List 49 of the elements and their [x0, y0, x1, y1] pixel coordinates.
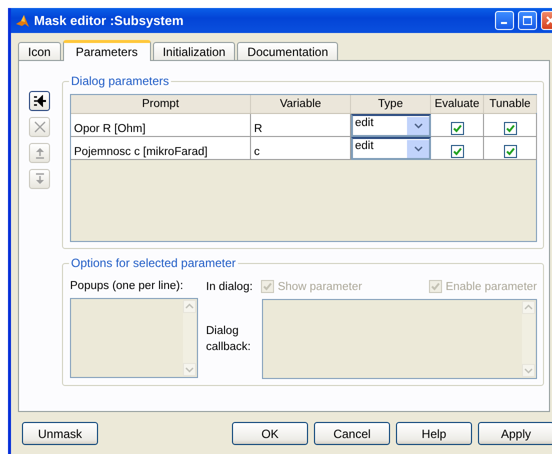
app-logo-icon	[15, 14, 30, 28]
maximize-button[interactable]	[518, 11, 537, 30]
checkbox-label: Show parameter	[278, 280, 362, 292]
dialog-button[interactable]: OK	[232, 422, 308, 445]
add-button[interactable]	[29, 91, 50, 111]
popups-field[interactable]	[70, 298, 198, 378]
scroll-up-icon[interactable]	[183, 300, 196, 313]
dialog-button[interactable]: Unmask	[22, 422, 98, 445]
checkbox[interactable]	[450, 145, 464, 158]
tab[interactable]: Initialization	[152, 42, 236, 60]
group-title: Options for selected parameter	[69, 256, 238, 270]
column-header[interactable]: Tunable	[484, 95, 537, 113]
field-label: In dialog:	[206, 280, 253, 292]
group-title: Dialog parameters	[69, 74, 172, 88]
window-title: Mask editor :Subsystem	[34, 13, 185, 28]
type-dropdown[interactable]: edit	[351, 114, 431, 137]
dialog-button[interactable]: Cancel	[314, 422, 390, 445]
minimize-button[interactable]	[495, 11, 514, 30]
dialog-button[interactable]: Help	[396, 422, 472, 445]
move-up-icon	[34, 147, 44, 159]
column-header[interactable]: Prompt	[71, 95, 251, 113]
column-header[interactable]: Type	[351, 95, 431, 113]
table-cell: c	[251, 137, 351, 160]
delete-icon	[34, 121, 46, 133]
scroll-up-icon[interactable]	[522, 301, 535, 314]
column-header[interactable]: Variable	[251, 95, 351, 113]
chevron-icon	[414, 146, 422, 152]
field-label: Dialog callback:	[206, 324, 252, 355]
tab[interactable]: Icon	[18, 42, 61, 60]
callback-field[interactable]	[262, 299, 537, 379]
move-down-icon	[34, 173, 44, 185]
scroll-down-icon[interactable]	[522, 364, 535, 377]
tab[interactable]: Documentation	[237, 42, 338, 60]
chevron-icon	[414, 123, 422, 129]
scrollbar[interactable]	[522, 301, 535, 377]
tab[interactable]: Parameters	[62, 40, 151, 61]
scroll-down-icon[interactable]	[183, 363, 196, 376]
field-label: Popups (one per line):	[70, 280, 184, 292]
checkbox[interactable]	[504, 145, 516, 158]
checkbox[interactable]	[504, 122, 516, 135]
checkbox-label: Enable parameter	[446, 280, 537, 292]
insert-icon	[32, 95, 46, 107]
scrollbar[interactable]	[183, 300, 196, 376]
column-header[interactable]: Evaluate	[431, 95, 484, 113]
dialog-button[interactable]: Apply	[478, 422, 552, 445]
table-cell: Pojemnosc c [mikroFarad]	[71, 137, 251, 160]
maximize-icon	[523, 16, 532, 25]
type-dropdown[interactable]: edit	[351, 137, 431, 160]
checkbox[interactable]	[450, 122, 464, 135]
